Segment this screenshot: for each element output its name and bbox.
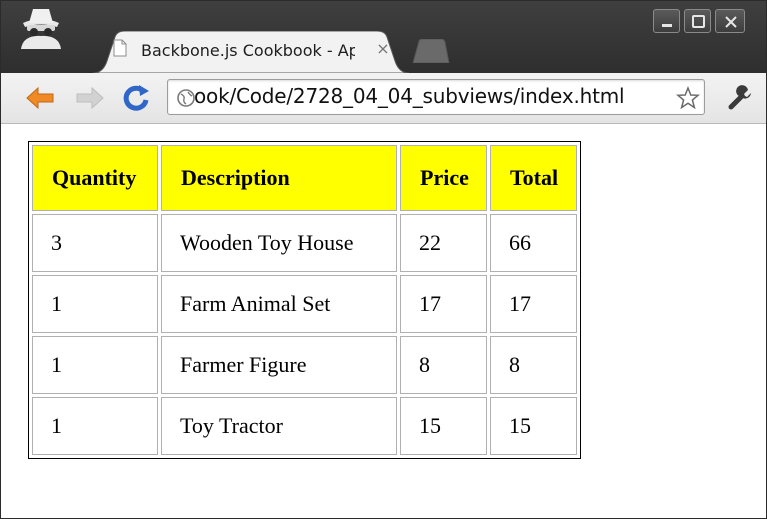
cell-total: 17 bbox=[490, 275, 577, 333]
cell-description: Farmer Figure bbox=[161, 336, 397, 394]
title-bar: Backbone.js Cookbook - Ap × bbox=[1, 1, 766, 73]
column-header-total: Total bbox=[490, 145, 577, 211]
forward-arrow-icon[interactable] bbox=[73, 81, 107, 115]
browser-tab[interactable]: Backbone.js Cookbook - Ap × bbox=[93, 31, 409, 73]
back-arrow-icon[interactable] bbox=[23, 81, 57, 115]
close-window-button[interactable] bbox=[715, 9, 745, 33]
reload-icon[interactable] bbox=[119, 81, 153, 115]
cell-price: 8 bbox=[400, 336, 487, 394]
minimize-icon bbox=[662, 24, 672, 27]
page-content: Quantity Description Price Total 3 Woode… bbox=[1, 124, 766, 518]
cell-quantity: 1 bbox=[32, 336, 158, 394]
globe-icon bbox=[177, 89, 195, 107]
cell-quantity: 1 bbox=[32, 275, 158, 333]
cell-price: 15 bbox=[400, 397, 487, 455]
address-bar[interactable]: ook/Code/2728_04_04_subviews/index.html bbox=[167, 79, 705, 115]
close-icon bbox=[725, 16, 737, 28]
table-row: 1 Farmer Figure 8 8 bbox=[32, 336, 577, 394]
cell-total: 66 bbox=[490, 214, 577, 272]
incognito-icon bbox=[21, 9, 61, 49]
page-icon bbox=[113, 39, 127, 57]
wrench-icon[interactable] bbox=[727, 85, 753, 111]
table-header-row: Quantity Description Price Total bbox=[32, 145, 577, 211]
cell-description: Wooden Toy House bbox=[161, 214, 397, 272]
tab-title: Backbone.js Cookbook - Ap bbox=[141, 41, 355, 60]
bookmark-star-icon[interactable] bbox=[676, 86, 700, 110]
column-header-description: Description bbox=[161, 145, 397, 211]
maximize-button[interactable] bbox=[684, 9, 711, 33]
cell-description: Toy Tractor bbox=[161, 397, 397, 455]
table-row: 1 Farm Animal Set 17 17 bbox=[32, 275, 577, 333]
cell-total: 15 bbox=[490, 397, 577, 455]
cell-quantity: 3 bbox=[32, 214, 158, 272]
browser-window: Backbone.js Cookbook - Ap × ook/Code/272… bbox=[0, 0, 767, 519]
cell-price: 17 bbox=[400, 275, 487, 333]
cell-price: 22 bbox=[400, 214, 487, 272]
close-tab-icon[interactable]: × bbox=[373, 39, 393, 59]
url-text: ook/Code/2728_04_04_subviews/index.html bbox=[194, 84, 625, 108]
column-header-quantity: Quantity bbox=[32, 145, 158, 211]
table-row: 3 Wooden Toy House 22 66 bbox=[32, 214, 577, 272]
cell-description: Farm Animal Set bbox=[161, 275, 397, 333]
order-table: Quantity Description Price Total 3 Woode… bbox=[28, 141, 581, 459]
new-tab-button[interactable] bbox=[411, 39, 451, 63]
cell-quantity: 1 bbox=[32, 397, 158, 455]
minimize-button[interactable] bbox=[653, 9, 680, 33]
browser-toolbar: ook/Code/2728_04_04_subviews/index.html bbox=[1, 73, 766, 124]
maximize-icon bbox=[692, 15, 705, 28]
table-row: 1 Toy Tractor 15 15 bbox=[32, 397, 577, 455]
cell-total: 8 bbox=[490, 336, 577, 394]
column-header-price: Price bbox=[400, 145, 487, 211]
